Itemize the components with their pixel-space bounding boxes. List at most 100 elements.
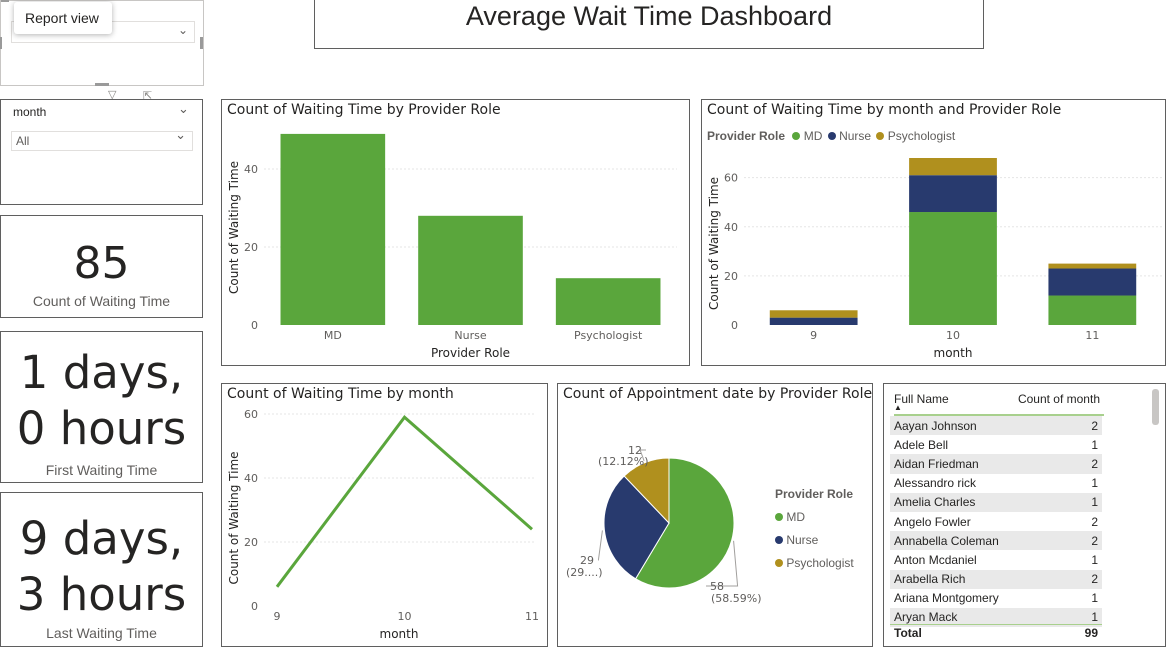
cell-full-name: Arabella Rich: [894, 572, 966, 587]
kpi-card-count: 85 Count of Waiting Time: [0, 215, 203, 318]
table-row[interactable]: Arabella Rich 2: [890, 569, 1102, 589]
y-tick-label: 60: [724, 172, 738, 185]
table-row[interactable]: Amelia Charles 1: [890, 492, 1102, 512]
cell-full-name: Ariana Montgomery: [894, 591, 999, 606]
bar-segment-nurse-11: [1048, 268, 1137, 296]
bar-chart-provider-role: Count of Waiting Time by Provider Role 0…: [221, 99, 690, 366]
x-axis-label: month: [934, 346, 973, 360]
resize-handle[interactable]: [95, 83, 109, 86]
y-tick-label: 60: [244, 408, 258, 421]
table-row[interactable]: Aidan Friedman 2: [890, 454, 1102, 474]
bar-segment-md-11: [1048, 295, 1137, 325]
y-tick-label: 0: [731, 319, 738, 332]
pie-legend: Provider Role MD Nurse Psychologist: [775, 483, 854, 575]
cell-full-name: Amelia Charles: [894, 495, 976, 510]
line-chart-svg: 0 20 40 60 9 10 11 month Count of Waiting Time: [227, 408, 539, 641]
table-row[interactable]: Ariana Montgomery 1: [890, 589, 1102, 608]
cell-count-of-month: 1: [1091, 610, 1098, 625]
y-tick-label: 0: [251, 319, 258, 332]
x-axis-label: month: [380, 627, 419, 641]
chevron-down-icon[interactable]: ⌄: [178, 102, 189, 117]
bar-segment-psychologist-11: [1048, 263, 1137, 269]
y-axis-label: Count of Waiting Time: [227, 161, 241, 294]
bar-segment-nurse-9: [769, 317, 858, 325]
cell-count-of-month: 1: [1091, 476, 1098, 491]
bar-segment-psychologist-10: [909, 158, 997, 176]
y-tick-label: 20: [244, 241, 258, 254]
pie-data-label-percent: (12.12%): [598, 455, 649, 468]
cell-full-name: Adele Bell: [894, 437, 949, 452]
cell-count-of-month: 2: [1091, 418, 1098, 433]
total-label: Total: [894, 626, 922, 640]
table-body: Aayan Johnson 2 Adele Bell 1 Aidan Friedman 2…: [890, 416, 1102, 628]
kpi-card-last-wait: 9 days, 3 hours Last Waiting Time: [0, 492, 203, 647]
resize-handle[interactable]: [1, 0, 9, 2]
month-dropdown[interactable]: All ⌄: [11, 128, 193, 151]
y-tick-label: 40: [244, 472, 258, 485]
x-tick-label: 11: [525, 610, 539, 623]
x-tick-label: MD: [324, 329, 342, 342]
legend-label: Nurse: [786, 533, 819, 547]
series-line: [275, 415, 533, 588]
table-row[interactable]: Angelo Fowler 2: [890, 512, 1102, 531]
kpi-value-line1: 9 days,: [19, 512, 184, 565]
month-slicer: month ⌄ All ⌄: [0, 99, 203, 205]
legend-item-nurse[interactable]: Nurse: [775, 529, 854, 552]
table-row[interactable]: Alessandro rick 1: [890, 474, 1102, 493]
x-axis-label: Provider Role: [431, 346, 510, 360]
report-view-tooltip: Report view: [14, 2, 112, 34]
y-tick-label: 40: [724, 221, 738, 234]
pie-data-label-percent: (29....): [566, 566, 603, 579]
cell-full-name: Alessandro rick: [894, 476, 977, 491]
column-header-full-name[interactable]: Full Name: [894, 392, 949, 406]
x-tick-label: 10: [946, 329, 960, 342]
legend-label: Psychologist: [786, 556, 854, 570]
legend-item-psychologist[interactable]: Psychologist: [775, 552, 854, 575]
y-tick-label: 20: [244, 536, 258, 549]
sort-ascending-icon: ▲: [894, 403, 902, 412]
cell-full-name: Annabella Coleman: [894, 533, 999, 548]
stacked-bar-svg: 0 20 40 60 9 10 11 month Count of Waiting Time: [707, 158, 1162, 360]
legend-item-md[interactable]: MD: [775, 506, 854, 529]
cell-count-of-month: 1: [1091, 437, 1098, 452]
cell-full-name: Anton Mcdaniel: [894, 552, 977, 567]
x-tick-label: 10: [398, 610, 412, 623]
table-scrollbar[interactable]: [1152, 389, 1159, 425]
legend-dot: [775, 536, 783, 544]
cell-count-of-month: 2: [1091, 514, 1098, 529]
bar-nurse: [418, 215, 523, 325]
cell-count-of-month: 2: [1091, 533, 1098, 548]
y-tick-label: 0: [251, 600, 258, 613]
bar-segment-psychologist-9: [769, 310, 858, 318]
cell-full-name: Aayan Johnson: [894, 418, 977, 433]
legend-title: Provider Role: [775, 487, 854, 501]
x-tick-label: 11: [1085, 329, 1099, 342]
legend-dot: [775, 559, 783, 567]
y-tick-label: 20: [724, 270, 738, 283]
chevron-down-icon: ⌄: [175, 128, 186, 143]
total-value: 99: [1084, 626, 1098, 640]
bar-segment-nurse-10: [909, 175, 997, 213]
page-title: Average Wait Time Dashboard: [465, 1, 833, 31]
line-chart-month: Count of Waiting Time by month 0 20 40 60 9 1…: [221, 383, 548, 647]
table-row[interactable]: Annabella Coleman 2: [890, 531, 1102, 551]
dashboard-title-box: Average Wait Time Dashboard: [314, 0, 984, 49]
x-tick-label: 9: [274, 610, 281, 623]
legend-label: MD: [786, 510, 806, 524]
table-row[interactable]: Adele Bell 1: [890, 435, 1102, 454]
kpi-value: 85: [73, 238, 130, 289]
table-row[interactable]: Aayan Johnson 2: [890, 416, 1102, 436]
resize-handle[interactable]: [200, 37, 203, 49]
table-row[interactable]: Anton Mcdaniel 1: [890, 550, 1102, 569]
resize-handle[interactable]: [0, 37, 2, 49]
kpi-value-line2: 0 hours: [16, 402, 187, 455]
column-header-count-of-month[interactable]: Count of month: [1018, 392, 1100, 406]
kpi-value-line2: 3 hours: [16, 568, 187, 621]
kpi-label: First Waiting Time: [45, 462, 158, 478]
cell-count-of-month: 2: [1091, 572, 1098, 587]
bar-psychologist: [555, 278, 661, 325]
table-total-row: Total 99: [890, 624, 1102, 642]
kpi-label: Last Waiting Time: [46, 625, 157, 641]
x-tick-label: 9: [810, 329, 817, 342]
kpi-label: Count of Waiting Time: [32, 293, 171, 309]
